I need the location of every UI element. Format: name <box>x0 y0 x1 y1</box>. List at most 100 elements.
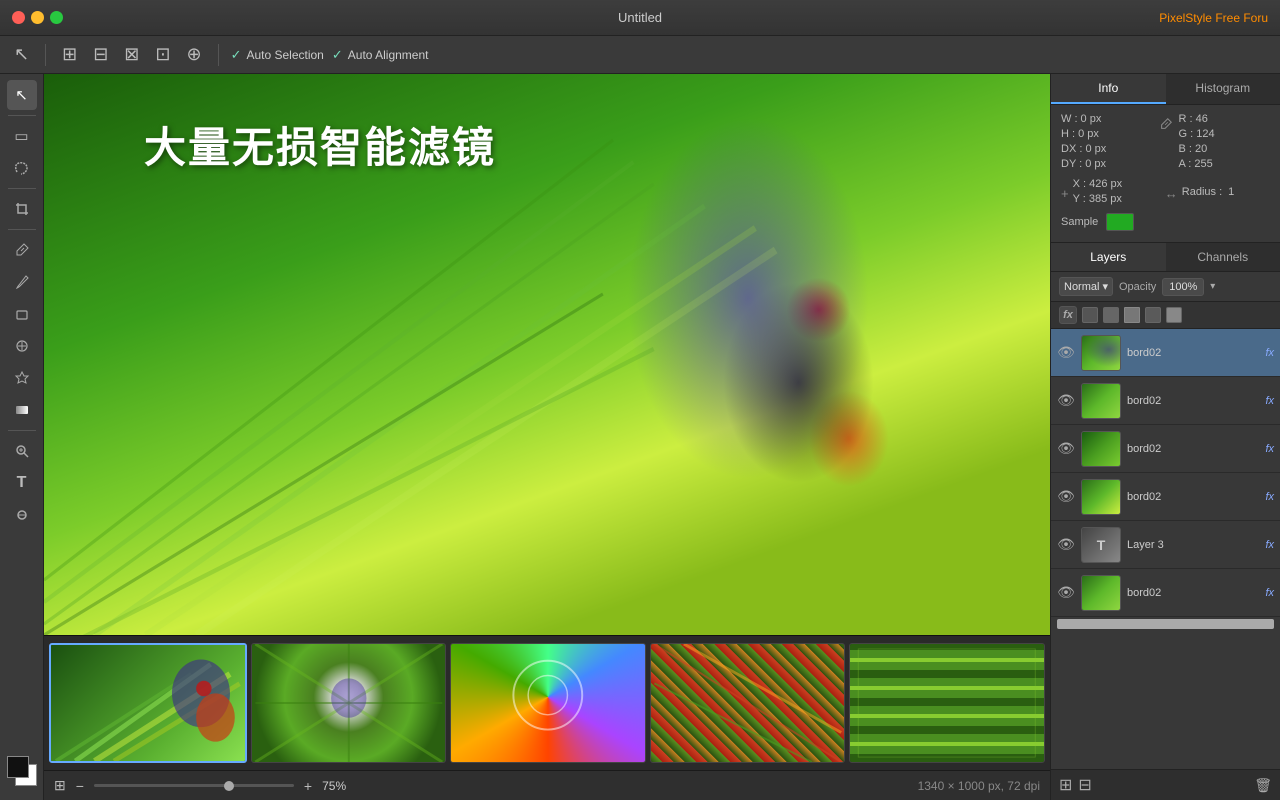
blend-mode-select[interactable]: Normal ▾ <box>1059 277 1113 296</box>
layer-item-6[interactable]: 👁 bord02 fx <box>1051 569 1280 617</box>
layer-fill-icon[interactable] <box>1166 307 1182 323</box>
filmstrip-thumb-3[interactable] <box>450 643 646 763</box>
select-rect-tool[interactable]: ▭ <box>7 121 37 151</box>
canvas-main[interactable]: 大量无损智能滤镜 <box>44 74 1050 635</box>
view-tool[interactable] <box>7 500 37 530</box>
layer-fx-2: fx <box>1265 395 1274 407</box>
layer-item-5[interactable]: 👁 T Layer 3 fx <box>1051 521 1280 569</box>
layer-visibility-5[interactable]: 👁 <box>1057 536 1075 553</box>
info-a-row: A : 255 <box>1179 158 1271 170</box>
crop-tool[interactable] <box>7 194 37 224</box>
zoom-slider[interactable] <box>94 784 294 787</box>
tab-channels[interactable]: Channels <box>1166 243 1280 271</box>
maximize-button[interactable] <box>50 11 63 24</box>
layer-mask-icon[interactable] <box>1082 307 1098 323</box>
tool-separator3 <box>8 229 36 230</box>
canvas-overlay-text: 大量无损智能滤镜 <box>144 114 496 175</box>
filmstrip-thumb-1[interactable] <box>49 643 247 763</box>
main-area: ↖ ▭ T <box>0 74 1280 800</box>
info-w: W : 0 px <box>1061 113 1101 125</box>
layer-style-icon[interactable] <box>1124 307 1140 323</box>
layer-item-2[interactable]: 👁 bord02 fx <box>1051 377 1280 425</box>
move-tool[interactable]: ↖ <box>7 80 37 110</box>
layer-thumb-6 <box>1081 575 1121 611</box>
check-icon2: ✓ <box>332 47 343 63</box>
brush-tool[interactable] <box>7 267 37 297</box>
auto-selection-check[interactable]: ✓ Auto Selection <box>231 47 324 63</box>
transform-btn5[interactable]: ⊕ <box>182 42 205 67</box>
tab-layers[interactable]: Layers <box>1051 243 1166 271</box>
close-button[interactable] <box>12 11 25 24</box>
zoom-out-btn[interactable]: − <box>76 778 84 794</box>
layer-thumb-1 <box>1081 335 1121 371</box>
opacity-chevron[interactable]: ▾ <box>1210 281 1215 292</box>
tab-histogram[interactable]: Histogram <box>1166 74 1280 104</box>
heal-tool[interactable] <box>7 363 37 393</box>
zoom-tool[interactable] <box>7 436 37 466</box>
fx-button[interactable]: fx <box>1059 306 1077 324</box>
info-b-row: B : 20 <box>1179 143 1271 155</box>
info-r-row: R : 46 <box>1179 113 1271 125</box>
zoom-in-btn[interactable]: + <box>304 778 312 794</box>
layer-name-1: bord02 <box>1127 347 1259 359</box>
foreground-color-swatch[interactable] <box>7 756 29 778</box>
transform-btn3[interactable]: ⊠ <box>120 42 143 67</box>
fx-toolbar: fx <box>1051 302 1280 329</box>
zoom-slider-thumb[interactable] <box>224 781 234 791</box>
layer-item-1[interactable]: 👁 bord02 fx <box>1051 329 1280 377</box>
tab-info[interactable]: Info <box>1051 74 1166 104</box>
filmstrip-thumb-4[interactable] <box>650 643 846 763</box>
layer-name-2: bord02 <box>1127 395 1259 407</box>
layer-thumb-5: T <box>1081 527 1121 563</box>
info-a: A : 255 <box>1179 158 1213 170</box>
layer-visibility-4[interactable]: 👁 <box>1057 488 1075 505</box>
tool-separator2 <box>8 188 36 189</box>
info-dy: DY : 0 px <box>1061 158 1106 170</box>
delete-layer-btn[interactable]: 🗑 <box>1254 777 1272 794</box>
transform-btn1[interactable]: ⊞ <box>58 42 81 67</box>
eraser-tool[interactable] <box>7 299 37 329</box>
layer-item-3[interactable]: 👁 bord02 fx <box>1051 425 1280 473</box>
opacity-value[interactable]: 100% <box>1162 278 1204 296</box>
layer-adjustment-icon[interactable] <box>1103 307 1119 323</box>
layer-thumb-4 <box>1081 479 1121 515</box>
add-layer-mask-btn[interactable]: ⊟ <box>1078 775 1091 795</box>
text-tool[interactable]: T <box>7 468 37 498</box>
layer-name-6: bord02 <box>1127 587 1259 599</box>
layer-visibility-2[interactable]: 👁 <box>1057 392 1075 409</box>
layer-visibility-1[interactable]: 👁 <box>1057 344 1075 361</box>
filmstrip-thumb-2[interactable] <box>251 643 447 763</box>
gradient-tool[interactable] <box>7 395 37 425</box>
brand-label: PixelStyle Free Foru <box>1159 11 1268 25</box>
filmstrip-thumb-5[interactable] <box>849 643 1045 763</box>
auto-alignment-check[interactable]: ✓ Auto Alignment <box>332 47 429 63</box>
add-layer-group-btn[interactable]: ⊞ <box>1059 775 1072 795</box>
layer-visibility-3[interactable]: 👁 <box>1057 440 1075 457</box>
color-swatches[interactable] <box>5 754 39 788</box>
fit-window-btn[interactable]: ⊞ <box>54 777 66 794</box>
tool-separator4 <box>8 430 36 431</box>
layer-item-4[interactable]: 👁 bord02 fx <box>1051 473 1280 521</box>
clone-tool[interactable] <box>7 331 37 361</box>
sample-color-swatch[interactable] <box>1106 213 1134 231</box>
layer-visibility-6[interactable]: 👁 <box>1057 584 1075 601</box>
eyedropper-tool[interactable] <box>7 235 37 265</box>
transform-btn2[interactable]: ⊟ <box>89 42 112 67</box>
select-lasso-tool[interactable] <box>7 153 37 183</box>
layers-section: Layers Channels Normal ▾ Opacity 100% ▾ … <box>1051 243 1280 800</box>
minimize-button[interactable] <box>31 11 44 24</box>
radius-row: Radius : 1 <box>1182 186 1270 198</box>
layer-fx-3: fx <box>1265 443 1274 455</box>
layer-group-icon[interactable] <box>1145 307 1161 323</box>
right-panel: Info Histogram W : 0 px H : 0 px DX : 0 <box>1050 74 1280 800</box>
info-dx-row: DX : 0 px <box>1061 143 1153 155</box>
zoom-slider-area[interactable] <box>94 784 294 787</box>
layers-list: 👁 bord02 fx 👁 bord02 f <box>1051 329 1280 769</box>
info-histogram-tabs: Info Histogram <box>1051 74 1280 105</box>
info-content: W : 0 px H : 0 px DX : 0 px DY : 0 px <box>1051 105 1280 243</box>
layer-fx-6: fx <box>1265 587 1274 599</box>
move-tool-icon[interactable]: ↖ <box>10 42 33 67</box>
transform-btn4[interactable]: ⊡ <box>151 42 174 67</box>
layer-name-3: bord02 <box>1127 443 1259 455</box>
layer-thumb-2 <box>1081 383 1121 419</box>
